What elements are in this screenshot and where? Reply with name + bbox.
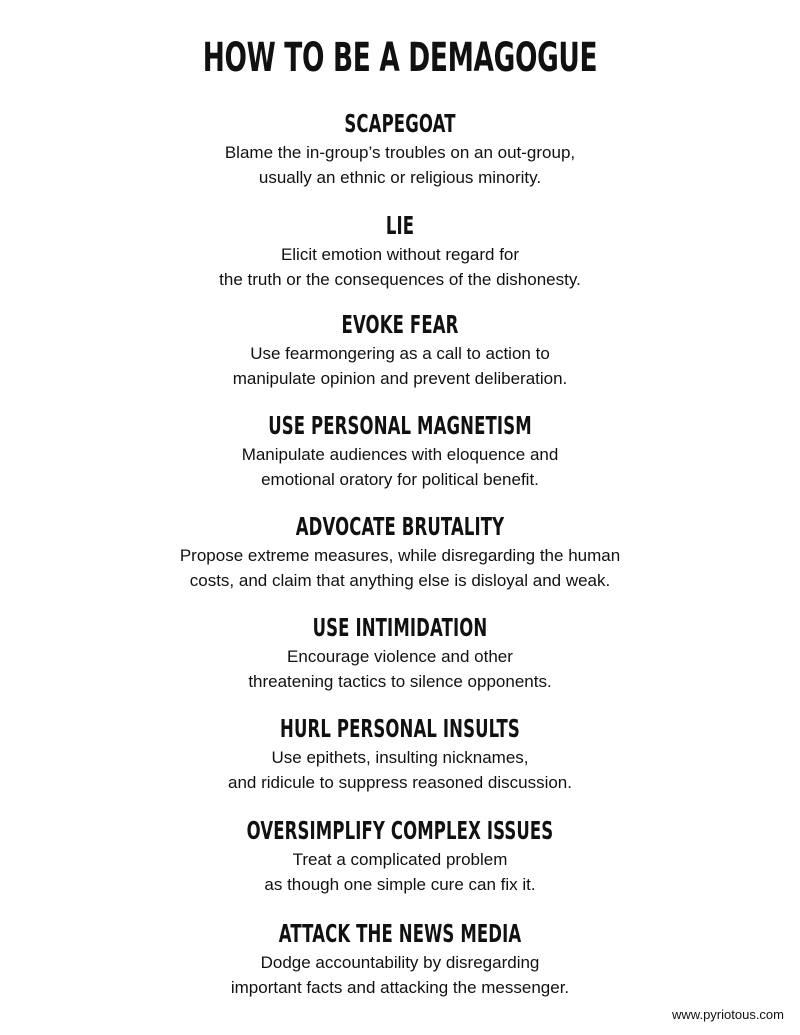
section-heading: ATTACK THE NEWS MEDIA [278, 919, 522, 948]
section-description: Encourage violence and other threatening… [0, 644, 800, 694]
section-evoke-fear: EVOKE FEAR Use fearmongering as a call t… [0, 309, 800, 391]
description-line: Elicit emotion without regard for [280, 245, 520, 264]
section-scapegoat: SCAPEGOAT Blame the in-group’s troubles … [0, 108, 800, 190]
section-heading: EVOKE FEAR [341, 310, 459, 339]
description-line: usually an ethnic or religious minority. [258, 168, 542, 187]
description-line: emotional oratory for political benefit. [261, 470, 539, 489]
section-heading: LIE [385, 211, 415, 240]
section-heading: USE INTIMIDATION [312, 613, 488, 642]
description-line: costs, and claim that anything else is d… [189, 571, 611, 590]
description-line: Dodge accountability by disregarding [260, 953, 540, 972]
section-use-intimidation: USE INTIMIDATION Encourage violence and … [0, 612, 800, 694]
section-heading: OVERSIMPLIFY COMPLEX ISSUES [246, 816, 554, 845]
description-line: Treat a complicated problem [292, 850, 508, 869]
description-line: the truth or the consequences of the dis… [219, 270, 581, 289]
description-line: and ridicule to suppress reasoned discus… [228, 773, 572, 792]
section-heading: SCAPEGOAT [344, 109, 456, 138]
section-description: Manipulate audiences with eloquence and … [0, 442, 800, 492]
section-description: Dodge accountability by disregarding imp… [0, 950, 800, 1000]
section-heading: USE PERSONAL MAGNETISM [268, 411, 532, 440]
section-description: Treat a complicated problem as though on… [0, 847, 800, 897]
page-title: HOW TO BE A DEMAGOGUE [202, 35, 598, 81]
description-line: Use epithets, insulting nicknames, [271, 748, 529, 767]
description-line: manipulate opinion and prevent deliberat… [232, 369, 568, 388]
description-line: threatening tactics to silence opponents… [248, 672, 552, 691]
section-description: Use epithets, insulting nicknames, and r… [0, 745, 800, 795]
section-lie: LIE Elicit emotion without regard for th… [0, 210, 800, 292]
section-advocate-brutality: ADVOCATE BRUTALITY Propose extreme measu… [0, 511, 800, 593]
section-description: Blame the in-group’s troubles on an out-… [0, 140, 800, 190]
description-line: as though one simple cure can fix it. [264, 875, 536, 894]
section-heading: ADVOCATE BRUTALITY [295, 512, 505, 541]
section-oversimplify-complex-issues: OVERSIMPLIFY COMPLEX ISSUES Treat a comp… [0, 815, 800, 897]
description-line: Blame the in-group’s troubles on an out-… [224, 143, 576, 162]
description-line: important facts and attacking the messen… [230, 978, 570, 997]
section-description: Elicit emotion without regard for the tr… [0, 242, 800, 292]
description-line: Manipulate audiences with eloquence and [241, 445, 559, 464]
footer-url: www.pyriotous.com [672, 1007, 784, 1022]
section-description: Propose extreme measures, while disregar… [0, 543, 800, 593]
description-line: Encourage violence and other [287, 647, 513, 666]
description-line: Use fearmongering as a call to action to [250, 344, 550, 363]
section-hurl-personal-insults: HURL PERSONAL INSULTS Use epithets, insu… [0, 713, 800, 795]
section-heading: HURL PERSONAL INSULTS [280, 714, 520, 743]
description-line: Propose extreme measures, while disregar… [179, 546, 621, 565]
section-attack-the-news-media: ATTACK THE NEWS MEDIA Dodge accountabili… [0, 918, 800, 1000]
section-use-personal-magnetism: USE PERSONAL MAGNETISM Manipulate audien… [0, 410, 800, 492]
section-description: Use fearmongering as a call to action to… [0, 341, 800, 391]
